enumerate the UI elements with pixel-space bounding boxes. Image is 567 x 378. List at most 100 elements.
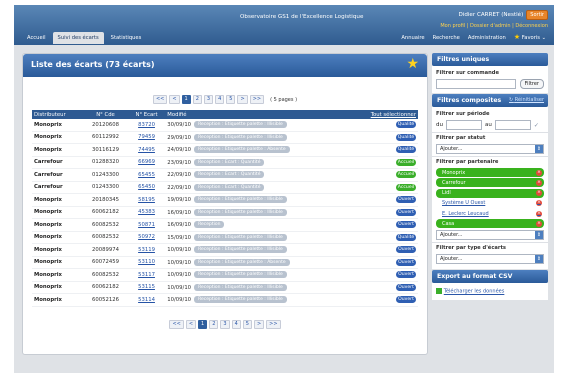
status-badge[interactable]: Ouvert [396, 283, 416, 291]
table-row[interactable]: Monoprix 20089974 53119 10/09/10 Reception :… [32, 243, 418, 257]
first-page-button[interactable]: << [152, 95, 168, 104]
ecart-link[interactable]: 79459 [127, 131, 166, 144]
status-badge[interactable]: Ouvert [396, 258, 416, 266]
status-badge[interactable]: Ouvert [396, 246, 416, 254]
table-row[interactable]: Monoprix 30116129 74495 24/09/10 Reception :… [32, 143, 418, 157]
ecart-link[interactable]: 74495 [127, 143, 166, 157]
col-cde[interactable]: N° Cde [83, 110, 128, 119]
commande-input[interactable] [436, 79, 516, 89]
tab-suivi-ecarts[interactable]: Suivi des écarts [52, 32, 104, 44]
ecart-link[interactable]: 53110 [127, 256, 166, 269]
partenaire-select[interactable]: Ajouter... ⇕ [436, 230, 544, 241]
nav-recherche[interactable]: Recherche [433, 35, 460, 41]
nav-administration[interactable]: Administration [468, 35, 506, 41]
ecart-link[interactable]: 66969 [127, 156, 166, 169]
col-modifie[interactable]: Modifié [165, 110, 348, 119]
status-badge[interactable]: Qualité [396, 133, 416, 141]
nav-annuaire[interactable]: Annuaire [401, 35, 424, 41]
ecart-link[interactable]: 53117 [127, 268, 166, 282]
table-row[interactable]: Monoprix 60082532 50871 16/09/10 Reception Ou… [32, 218, 418, 232]
ecart-link[interactable]: 53119 [127, 243, 166, 257]
col-distributeur[interactable]: Distributeur [32, 110, 84, 119]
select-all-link[interactable]: Tout sélectionner [347, 110, 418, 119]
apply-date-icon[interactable]: ✓ [534, 122, 539, 129]
favorite-star-icon[interactable]: ★ [406, 56, 419, 72]
next-page-button[interactable]: > [237, 95, 248, 104]
remove-icon[interactable]: × [536, 210, 542, 217]
prev-page-button[interactable]: < [169, 95, 180, 104]
page-button[interactable]: 1 [198, 320, 208, 329]
remove-icon[interactable]: × [536, 190, 542, 197]
table-row[interactable]: Monoprix 60072459 53110 10/09/10 Reception :… [32, 256, 418, 269]
exit-button[interactable]: Sortir [526, 10, 548, 20]
remove-icon[interactable]: × [536, 179, 542, 186]
table-row[interactable]: Monoprix 20180345 58195 19/09/10 Reception :… [32, 193, 418, 207]
status-badge[interactable]: Qualité [396, 146, 416, 154]
status-badge[interactable]: Ouvert [396, 196, 416, 204]
ecart-link[interactable]: 83720 [127, 119, 166, 132]
statut-select[interactable]: Ajouter... ⇕ [436, 144, 544, 154]
next-page-button[interactable]: > [253, 320, 265, 329]
page-button[interactable]: 2 [192, 95, 202, 104]
status-badge[interactable]: Ouvert [396, 271, 416, 279]
status-badge[interactable]: Qualité [396, 233, 416, 241]
partner-chip[interactable]: Système U Ouest × [436, 198, 544, 208]
status-badge[interactable]: Ouvert [396, 296, 416, 304]
table-row[interactable]: Carrefour 01243300 65455 22/09/10 Reception … [32, 168, 418, 182]
partner-chip[interactable]: E. Leclerc Leucaud × [436, 209, 544, 219]
status-badge[interactable]: Accueil [396, 183, 416, 191]
table-row[interactable]: Carrefour 01243300 65450 22/09/10 Reception … [32, 181, 418, 194]
remove-icon[interactable]: × [536, 169, 542, 176]
last-page-button[interactable]: >> [249, 95, 265, 104]
date-from-input[interactable] [445, 120, 482, 130]
status-badge[interactable]: Accueil [396, 158, 416, 166]
table-row[interactable]: Monoprix 60112992 79459 29/09/10 Reception :… [32, 131, 418, 144]
status-badge[interactable]: Accueil [396, 171, 416, 179]
first-page-button[interactable]: << [169, 320, 184, 329]
page-button[interactable]: 2 [209, 320, 219, 329]
user-links[interactable]: Mon profil | Dossier d'admin | Déconnexi… [440, 23, 548, 29]
remove-icon[interactable]: × [536, 200, 542, 207]
ecart-link[interactable]: 50871 [127, 218, 166, 232]
page-button[interactable]: 3 [220, 320, 230, 329]
remove-icon[interactable]: × [536, 220, 542, 227]
tab-accueil[interactable]: Accueil [22, 32, 51, 44]
table-row[interactable]: Monoprix 60052126 53114 10/09/10 Reception :… [32, 293, 418, 307]
page-button[interactable]: 5 [242, 320, 252, 329]
ecart-link[interactable]: 65450 [127, 181, 166, 194]
prev-page-button[interactable]: < [185, 320, 197, 329]
page-button[interactable]: 5 [226, 95, 236, 104]
ecart-link[interactable]: 58195 [127, 193, 166, 207]
partner-chip[interactable]: Lidl × [436, 188, 544, 198]
ecart-link[interactable]: 53114 [127, 293, 166, 307]
partner-chip[interactable]: Casa × [436, 219, 544, 229]
partner-chip[interactable]: Carrefour × [436, 178, 544, 188]
filter-button[interactable]: Filtrer [519, 79, 544, 89]
table-row[interactable]: Carrefour 01288320 66969 23/09/10 Reception … [32, 156, 418, 169]
page-button[interactable]: 4 [215, 95, 225, 104]
download-csv-link[interactable]: Télécharger les données [444, 289, 505, 295]
ecart-link[interactable]: 53115 [127, 281, 166, 294]
col-ecart[interactable]: N° Ecart [127, 110, 166, 119]
type-select[interactable]: Ajouter... ⇕ [436, 254, 544, 265]
last-page-button[interactable]: >> [266, 320, 281, 329]
ecart-link[interactable]: 65455 [127, 168, 166, 182]
tab-statistiques[interactable]: Statistiques [106, 32, 147, 44]
table-row[interactable]: Monoprix 60062182 53115 10/09/10 Reception :… [32, 281, 418, 294]
table-row[interactable]: Monoprix 20120608 83720 30/09/10 Reception :… [32, 119, 418, 132]
table-row[interactable]: Monoprix 60082532 50972 15/09/10 Reception :… [32, 231, 418, 244]
page-button[interactable]: 1 [181, 95, 191, 104]
partner-chip[interactable]: Monoprix × [436, 168, 544, 177]
nav-favoris[interactable]: ★ Favoris ⌄ [514, 34, 546, 42]
status-badge[interactable]: Ouvert [396, 208, 416, 216]
date-to-input[interactable] [494, 120, 531, 130]
status-badge[interactable]: Qualité [396, 121, 416, 129]
table-row[interactable]: Monoprix 60062182 45383 16/09/10 Reception :… [32, 206, 418, 219]
table-row[interactable]: Monoprix 60082532 53117 10/09/10 Reception :… [32, 268, 418, 282]
ecart-link[interactable]: 50972 [127, 231, 166, 244]
ecart-link[interactable]: 45383 [127, 206, 166, 219]
page-button[interactable]: 3 [203, 95, 214, 104]
status-badge[interactable]: Ouvert [396, 221, 416, 229]
page-button[interactable]: 4 [231, 320, 241, 329]
reset-link[interactable]: ↻ Réinitialiser [509, 94, 544, 107]
